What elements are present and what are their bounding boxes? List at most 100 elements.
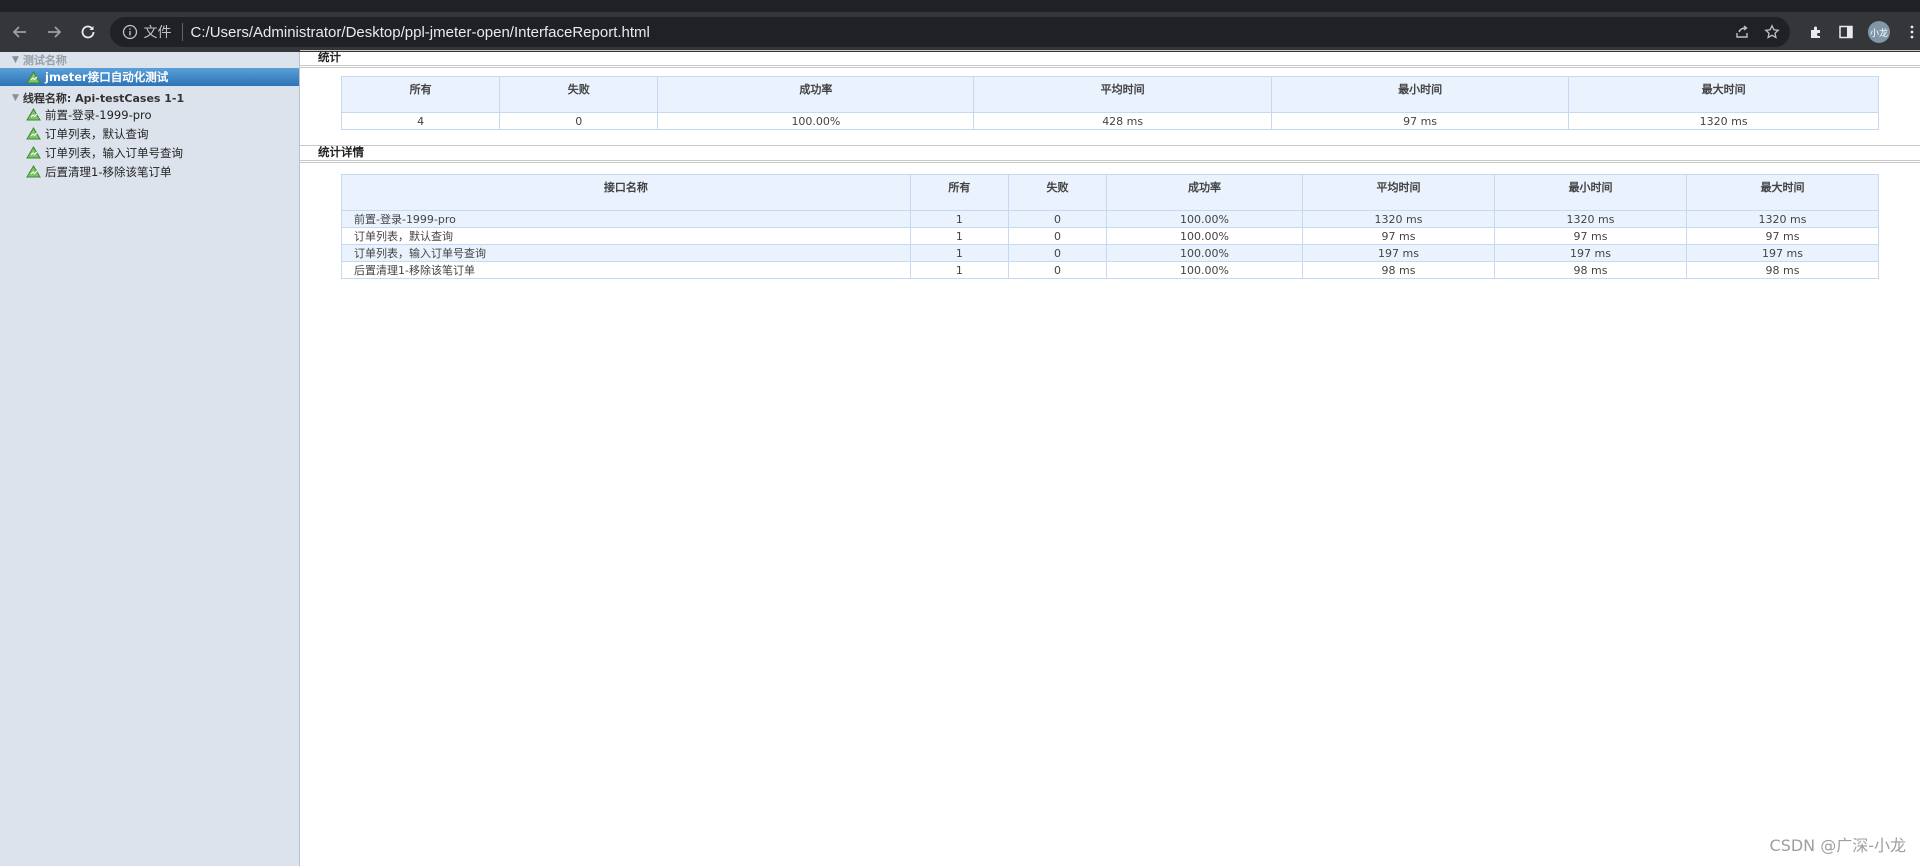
summary-table: 所有 失败 成功率 平均时间 最小时间 最大时间 4 0 100.00% 428… xyxy=(340,76,1879,130)
details-section-title: 统计详情 xyxy=(300,145,1920,163)
table-cell: 1 xyxy=(909,261,1009,279)
arrow-right-icon xyxy=(47,26,62,38)
table-cell: 0 xyxy=(1007,210,1108,228)
column-header: 成功率 xyxy=(657,76,975,113)
table-cell: 1320 ms xyxy=(1568,112,1879,130)
table-cell: 97 ms xyxy=(1301,227,1495,245)
reload-button[interactable] xyxy=(74,18,102,46)
table-cell: 98 ms xyxy=(1301,261,1495,279)
tree-item-label: jmeter接口自动化测试 xyxy=(45,70,169,84)
scheme-label: 文件 xyxy=(143,25,172,41)
url-text[interactable]: C:/Users/Administrator/Desktop/ppl-jmete… xyxy=(191,24,650,41)
menu-kebab-icon[interactable] xyxy=(1904,24,1920,40)
table-cell: 100.00% xyxy=(1106,244,1303,262)
table-row: 后置清理1-移除该笔订单 1 0 100.00% 98 ms 98 ms 98 … xyxy=(341,261,1880,279)
sampler-icon xyxy=(26,108,41,121)
table-row: 订单列表，输入订单号查询 1 0 100.00% 197 ms 197 ms 1… xyxy=(341,244,1880,262)
table-cell: 97 ms xyxy=(1493,227,1687,245)
table-cell: 100.00% xyxy=(1106,210,1303,228)
tree-item[interactable]: 订单列表，默认查询 xyxy=(0,124,299,143)
table-row: 订单列表，默认查询 1 0 100.00% 97 ms 97 ms 97 ms xyxy=(341,227,1880,245)
reload-icon xyxy=(81,25,95,39)
column-header: 最大时间 xyxy=(1685,174,1880,211)
forward-button[interactable] xyxy=(40,18,68,46)
summary-section-title: 统计 xyxy=(300,50,1920,68)
column-header: 成功率 xyxy=(1106,174,1303,211)
table-row: 4 0 100.00% 428 ms 97 ms 1320 ms xyxy=(340,112,1879,130)
details-table: 接口名称 所有 失败 成功率 平均时间 最小时间 最大时间 前置-登录-1999… xyxy=(341,174,1880,279)
tree-group-test[interactable]: ▼ 测试名称 xyxy=(0,52,299,67)
table-cell: 197 ms xyxy=(1685,244,1880,262)
column-header: 平均时间 xyxy=(1301,174,1495,211)
table-cell-name: 订单列表，输入订单号查询 xyxy=(341,244,911,262)
sidebar-tree: ▼ 测试名称 jmeter接口自动化测试 ▼ 线程名称: Api-testCas… xyxy=(0,52,300,866)
tree-item-label: 订单列表，输入订单号查询 xyxy=(45,145,183,160)
column-header: 所有 xyxy=(909,174,1009,211)
table-cell: 1 xyxy=(909,210,1009,228)
info-icon[interactable] xyxy=(122,24,138,40)
table-cell: 98 ms xyxy=(1685,261,1880,279)
side-panel-icon[interactable] xyxy=(1838,24,1854,40)
table-cell: 97 ms xyxy=(1270,112,1570,130)
tree-item[interactable]: 后置清理1-移除该笔订单 xyxy=(0,162,299,181)
table-row: 前置-登录-1999-pro 1 0 100.00% 1320 ms 1320 … xyxy=(341,210,1880,228)
table-cell: 1 xyxy=(909,244,1009,262)
collapse-triangle-icon[interactable]: ▼ xyxy=(12,55,19,65)
table-cell: 4 xyxy=(340,112,501,130)
table-cell: 97 ms xyxy=(1685,227,1880,245)
table-cell: 1320 ms xyxy=(1493,210,1687,228)
table-cell: 428 ms xyxy=(973,112,1272,130)
tab-strip xyxy=(0,0,1920,12)
collapse-triangle-icon[interactable]: ▼ xyxy=(12,93,19,103)
tree-item[interactable]: 前置-登录-1999-pro xyxy=(0,105,299,124)
table-cell: 0 xyxy=(1007,244,1108,262)
sampler-icon xyxy=(26,70,41,83)
table-cell: 100.00% xyxy=(657,112,975,130)
sampler-icon xyxy=(26,127,41,140)
column-header: 失败 xyxy=(499,76,659,113)
tree-item-label: 前置-登录-1999-pro xyxy=(45,107,152,122)
star-icon[interactable] xyxy=(1764,24,1780,40)
table-cell: 197 ms xyxy=(1301,244,1495,262)
column-header: 最小时间 xyxy=(1270,76,1570,113)
table-cell: 0 xyxy=(1007,261,1108,279)
tree-item[interactable]: 订单列表，输入订单号查询 xyxy=(0,143,299,162)
table-cell: 0 xyxy=(1007,227,1108,245)
table-cell-name: 订单列表，默认查询 xyxy=(341,227,911,245)
browser-toolbar: 文件 C:/Users/Administrator/Desktop/ppl-jm… xyxy=(0,12,1920,52)
table-cell-name: 后置清理1-移除该笔订单 xyxy=(341,261,911,279)
arrow-left-icon xyxy=(12,26,26,38)
tree-item-label: 后置清理1-移除该笔订单 xyxy=(45,164,172,179)
tree-item-selected[interactable]: jmeter接口自动化测试 xyxy=(0,68,299,86)
column-header: 失败 xyxy=(1007,174,1108,211)
column-header: 接口名称 xyxy=(341,174,911,211)
address-divider xyxy=(181,23,183,41)
back-button[interactable] xyxy=(6,18,34,46)
table-cell: 100.00% xyxy=(1106,261,1303,279)
column-header: 所有 xyxy=(340,76,501,113)
column-header: 最小时间 xyxy=(1493,174,1687,211)
tree-item-label: 订单列表，默认查询 xyxy=(45,126,149,141)
tree-group-label: 线程名称: Api-testCases 1-1 xyxy=(22,91,185,105)
column-header: 平均时间 xyxy=(973,76,1272,113)
column-header: 最大时间 xyxy=(1568,76,1879,113)
table-cell-name: 前置-登录-1999-pro xyxy=(341,210,911,228)
table-header-row: 所有 失败 成功率 平均时间 最小时间 最大时间 xyxy=(340,76,1879,113)
table-cell: 98 ms xyxy=(1493,261,1687,279)
tree-group-thread[interactable]: ▼ 线程名称: Api-testCases 1-1 xyxy=(0,90,299,105)
table-header-row: 接口名称 所有 失败 成功率 平均时间 最小时间 最大时间 xyxy=(341,174,1880,211)
extensions-icon[interactable] xyxy=(1808,24,1824,40)
avatar[interactable]: 小龙 xyxy=(1868,21,1890,43)
sampler-icon xyxy=(26,165,41,178)
table-cell: 100.00% xyxy=(1106,227,1303,245)
report-content: 统计 所有 失败 成功率 平均时间 最小时间 最大时间 4 0 100.00% … xyxy=(300,50,1920,866)
table-cell: 1320 ms xyxy=(1685,210,1880,228)
sampler-icon xyxy=(26,146,41,159)
table-cell: 197 ms xyxy=(1493,244,1687,262)
watermark-text: CSDN @广深-小龙 xyxy=(1769,836,1906,855)
share-icon[interactable] xyxy=(1734,24,1750,40)
address-bar[interactable]: 文件 C:/Users/Administrator/Desktop/ppl-jm… xyxy=(109,17,1790,47)
tree-group-label: 测试名称 xyxy=(22,53,67,67)
table-cell: 1 xyxy=(909,227,1009,245)
table-cell: 0 xyxy=(499,112,659,130)
